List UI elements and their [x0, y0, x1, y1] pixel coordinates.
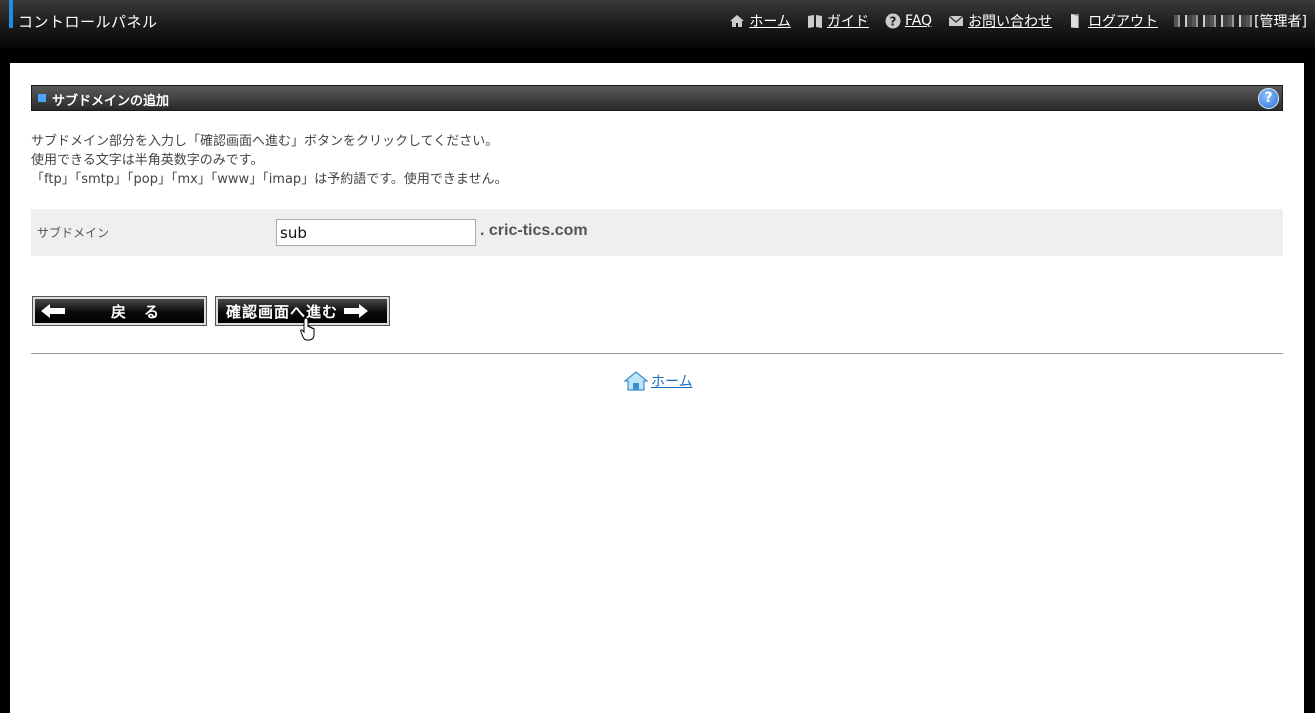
section-marker-icon [38, 94, 46, 102]
blurred-username [1174, 15, 1253, 27]
user-info: [管理者] [1174, 11, 1307, 31]
nav-link-faq[interactable]: FAQ [905, 13, 932, 29]
domain-suffix: . cric-tics.com [480, 222, 588, 239]
footer-home-link[interactable]: ホーム [624, 371, 693, 391]
home-icon [730, 15, 745, 27]
nav-item-logout[interactable]: ログアウト [1068, 11, 1158, 31]
footer-home-label[interactable]: ホーム [651, 371, 693, 391]
user-role: [管理者] [1254, 14, 1307, 30]
instruction-line-3: 「ftp」「smtp」「pop」「mx」「www」「imap」は予約語です。使用… [31, 172, 508, 187]
divider [31, 353, 1283, 354]
question-icon: ? [885, 13, 901, 29]
main-panel: サブドメインの追加 ? サブドメイン部分を入力し「確認画面へ進む」ボタンをクリッ… [10, 63, 1304, 713]
book-icon [807, 15, 822, 28]
nav-item-contact[interactable]: お問い合わせ [948, 11, 1052, 31]
nav-link-logout[interactable]: ログアウト [1088, 11, 1158, 31]
confirm-button-label: 確認画面へ進む [226, 302, 339, 321]
home-icon [624, 371, 648, 391]
section-title: サブドメインの追加 [52, 94, 170, 109]
nav-link-contact[interactable]: お問い合わせ [968, 11, 1052, 31]
nav-link-home[interactable]: ホーム [749, 11, 791, 31]
subdomain-input[interactable] [276, 219, 476, 246]
mail-icon [948, 15, 964, 26]
top-nav: ホーム ガイド ? FAQ お問い合わせ ログアウト [管理者] [713, 11, 1307, 31]
title-accent-bar [9, 0, 13, 28]
instruction-line-1: サブドメイン部分を入力し「確認画面へ進む」ボタンをクリックしてください。 [31, 134, 499, 149]
back-button[interactable]: 戻る [32, 296, 207, 326]
app-title: コントロールパネル [18, 13, 158, 31]
logout-door-icon [1071, 14, 1080, 28]
subdomain-label: サブドメイン [37, 226, 110, 240]
hand-cursor-icon [300, 317, 315, 341]
instruction-line-2: 使用できる文字は半角英数字のみです。 [31, 153, 264, 168]
top-bar: コントロールパネル ホーム ガイド ? FAQ お問い合わせ ログアウト [管理… [0, 0, 1315, 48]
instructions: サブドメイン部分を入力し「確認画面へ進む」ボタンをクリックしてください。 使用で… [31, 132, 508, 189]
arrow-right-icon [344, 304, 369, 318]
nav-link-guide[interactable]: ガイド [827, 11, 869, 31]
nav-item-home[interactable]: ホーム [729, 11, 791, 31]
nav-item-faq[interactable]: ? FAQ [885, 13, 932, 29]
back-button-label: 戻る [111, 302, 178, 321]
arrow-left-icon [41, 304, 65, 318]
subdomain-form-row: サブドメイン . cric-tics.com [31, 209, 1283, 256]
help-icon[interactable]: ? [1258, 88, 1279, 109]
section-header: サブドメインの追加 ? [31, 85, 1283, 111]
nav-item-guide[interactable]: ガイド [807, 11, 869, 31]
svg-text:?: ? [889, 15, 896, 29]
